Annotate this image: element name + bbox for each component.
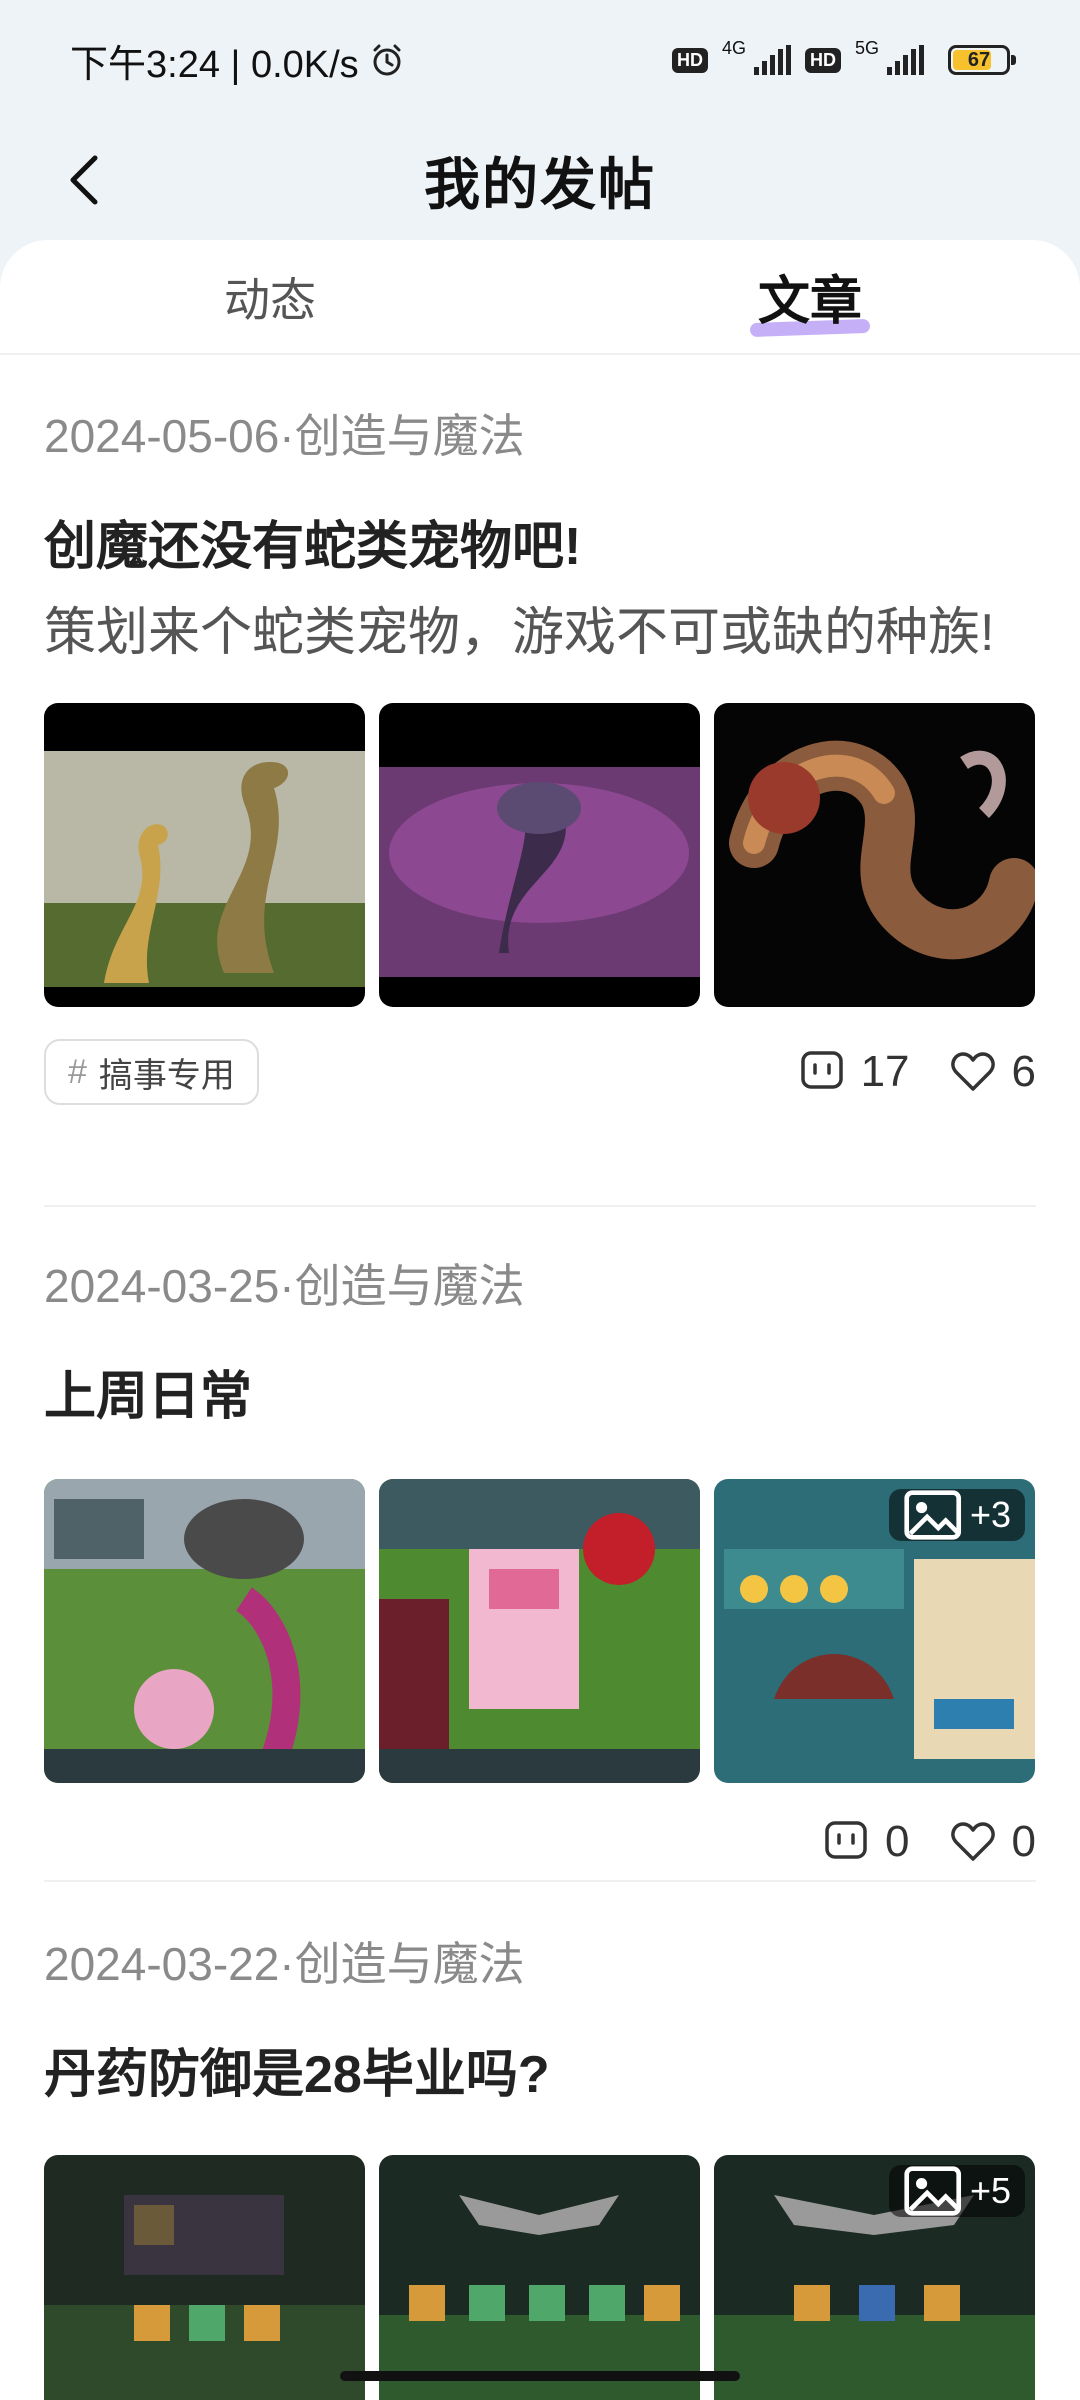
like-count: 6 <box>1011 1047 1036 1096</box>
post-images <box>44 703 1036 1007</box>
topic-tag[interactable]: # 搞事专用 <box>44 1039 259 1105</box>
heart-icon <box>950 1822 995 1861</box>
header: 我的发帖 <box>0 120 1080 240</box>
crafting-screenshot-2[interactable] <box>379 2155 700 2400</box>
post-title: 上周日常 <box>44 1368 253 1426</box>
signal-icon <box>887 45 924 75</box>
divider <box>44 1880 1036 1882</box>
tag-label: 搞事专用 <box>98 1056 235 1095</box>
post-meta: 2024-03-22·创造与魔法 <box>44 1938 525 1990</box>
more-images-badge: +5 <box>888 2165 1025 2217</box>
tab-articles[interactable]: 文章 <box>540 240 1080 353</box>
comment-count: 17 <box>860 1047 910 1096</box>
more-images-badge: +3 <box>888 1489 1025 1541</box>
hash-icon: # <box>68 1052 87 1091</box>
crafting-screenshot-3[interactable]: +5 <box>714 2155 1035 2400</box>
like-count: 0 <box>1011 1817 1036 1866</box>
battery-icon: 67 <box>948 45 1016 75</box>
comment-count: 0 <box>885 1817 910 1866</box>
dragon-serpent-image[interactable] <box>714 703 1035 1007</box>
crafting-screenshot-1[interactable] <box>44 2155 365 2400</box>
status-right: HD 4G HD 5G 67 <box>671 38 1016 75</box>
more-count: +3 <box>969 1494 1011 1535</box>
hd-badge: HD <box>671 47 708 73</box>
chevron-left-icon <box>70 155 98 205</box>
post-stats: 17 6 <box>799 1047 1036 1097</box>
status-time: 下午3:24 | 0.0K/s <box>70 43 359 86</box>
comment-button[interactable]: 0 <box>823 1817 910 1867</box>
tab-bar: 动态 文章 <box>0 240 1080 355</box>
back-button[interactable] <box>55 150 115 210</box>
tab-label: 文章 <box>757 273 862 331</box>
comment-button[interactable]: 17 <box>799 1047 910 1097</box>
post-title: 创魔还没有蛇类宠物吧! <box>44 518 582 576</box>
divider <box>44 1205 1036 1207</box>
purple-serpent-image[interactable] <box>379 703 700 1007</box>
page-title: 我的发帖 <box>424 152 656 216</box>
signal-icon <box>753 45 791 75</box>
post-meta: 2024-05-06·创造与魔法 <box>44 410 525 462</box>
status-bar: 下午3:24 | 0.0K/s HD 4G HD 5G 67 <box>0 0 1080 120</box>
heart-icon <box>950 1052 995 1091</box>
image-icon <box>903 1490 961 1540</box>
golden-cobra-image[interactable] <box>44 703 365 1007</box>
network-type: 4G <box>721 37 746 58</box>
like-button[interactable]: 6 <box>950 1047 1036 1097</box>
comment-icon <box>800 1051 843 1089</box>
post-footer: 0 0 <box>44 1811 1036 1873</box>
status-left: 下午3:24 | 0.0K/s <box>70 33 405 88</box>
post-footer: # 搞事专用 17 6 <box>44 1039 1036 1105</box>
content-panel: 动态 文章 2024-05-06·创造与魔法 创魔还没有蛇类宠物吧! 策划来个蛇… <box>0 240 1080 2400</box>
post-card[interactable]: 2024-05-06·创造与魔法 创魔还没有蛇类宠物吧! 策划来个蛇类宠物，游戏… <box>44 400 1036 1105</box>
tab-dynamics[interactable]: 动态 <box>0 240 540 353</box>
game-screenshot-2[interactable] <box>379 1479 700 1783</box>
post-images: +3 <box>44 1479 1036 1783</box>
alarm-icon <box>373 44 401 76</box>
post-meta: 2024-03-25·创造与魔法 <box>44 1260 525 1312</box>
post-stats: 0 0 <box>823 1817 1036 1867</box>
more-count: +5 <box>969 2170 1011 2211</box>
network-type: 5G <box>854 37 879 58</box>
home-indicator[interactable] <box>340 2371 740 2381</box>
comment-icon <box>825 1821 867 1859</box>
game-screenshot-3[interactable]: +3 <box>714 1479 1035 1783</box>
post-body: 策划来个蛇类宠物，游戏不可或缺的种族! <box>44 604 995 662</box>
post-card[interactable]: 2024-03-22·创造与魔法 丹药防御是28毕业吗? +5 <box>44 1928 1036 2400</box>
tab-label: 动态 <box>224 273 316 326</box>
like-button[interactable]: 0 <box>950 1817 1036 1867</box>
post-card[interactable]: 2024-03-25·创造与魔法 上周日常 +3 0 0 <box>44 1250 1036 1873</box>
post-title: 丹药防御是28毕业吗? <box>44 2046 550 2104</box>
image-icon <box>903 2166 961 2216</box>
game-screenshot-1[interactable] <box>44 1479 365 1783</box>
hd-badge: HD <box>804 47 841 73</box>
battery-level: 67 <box>967 48 991 71</box>
post-images: +5 <box>44 2155 1036 2400</box>
